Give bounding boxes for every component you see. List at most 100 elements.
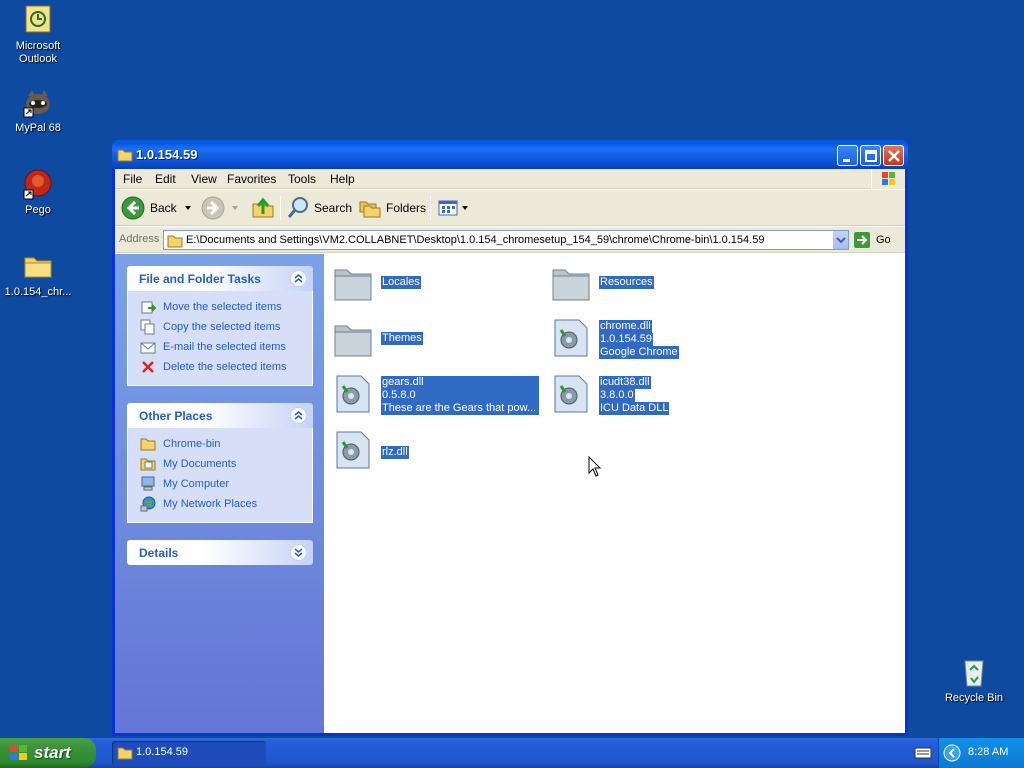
- menu-view[interactable]: View: [191, 172, 217, 186]
- folder-icon: [22, 250, 54, 282]
- desktop-icon-label: Microsoft: [15, 40, 61, 52]
- windows-logo-icon: [871, 169, 905, 189]
- folders-icon: [359, 201, 381, 218]
- task-link-label: Copy the selected items: [163, 321, 281, 333]
- minimize-button[interactable]: [837, 145, 858, 166]
- address-label: Address: [119, 233, 160, 245]
- menu-file[interactable]: File: [123, 172, 142, 186]
- desktop-icon-outlook[interactable]: Microsoft Outlook: [0, 4, 78, 66]
- other-places-header[interactable]: Other Places: [127, 403, 313, 428]
- delete-icon: [140, 359, 156, 375]
- views-icon: [438, 200, 458, 216]
- menu-tools[interactable]: Tools: [288, 172, 316, 186]
- other-places-panel: Other Places Chrome-bin My Documents My …: [127, 403, 313, 523]
- back-button[interactable]: Back: [121, 194, 192, 222]
- desktop-icon-label: Pego: [25, 204, 51, 216]
- menu-favorites[interactable]: Favorites: [227, 172, 276, 186]
- place-link-my-network-places[interactable]: My Network Places: [128, 494, 312, 514]
- taskbar-window-button[interactable]: 1.0.154.59: [112, 741, 266, 765]
- dll-file-icon: [336, 431, 370, 469]
- menu-edit[interactable]: Edit: [155, 172, 176, 186]
- start-button[interactable]: start: [0, 738, 96, 768]
- up-folder-icon: [252, 197, 274, 218]
- desktop-icon-label: MyPal 68: [15, 122, 61, 134]
- place-link-label: My Documents: [163, 458, 237, 470]
- task-pane: File and Folder Tasks Move the selected …: [115, 254, 324, 733]
- delete-items-link[interactable]: Delete the selected items: [128, 357, 312, 377]
- folders-button[interactable]: Folders: [358, 194, 426, 222]
- panel-title: Details: [139, 546, 179, 560]
- forward-button[interactable]: [201, 194, 239, 222]
- place-link-my-documents[interactable]: My Documents: [128, 454, 312, 474]
- network-places-icon: [140, 496, 156, 512]
- desktop-icon-label: 1.0.154_chr...: [4, 286, 72, 298]
- clock[interactable]: 8:28 AM: [968, 746, 1008, 758]
- file-tasks-panel: File and Folder Tasks Move the selected …: [127, 266, 313, 386]
- back-label: Back: [150, 201, 177, 215]
- details-header[interactable]: Details: [127, 540, 313, 565]
- views-button[interactable]: [437, 194, 469, 222]
- dll-file-icon: [554, 375, 588, 413]
- forward-arrow-icon: [201, 196, 225, 220]
- file-name: gears.dll: [381, 376, 539, 389]
- file-description: These are the Gears that pow...: [381, 402, 539, 415]
- collapse-icon[interactable]: [290, 407, 307, 424]
- go-arrow-icon: [854, 232, 870, 248]
- place-link-label: My Network Places: [163, 498, 258, 510]
- close-button[interactable]: [883, 145, 904, 166]
- up-folder-button[interactable]: [251, 194, 275, 222]
- file-item-icudt38-dll[interactable]: icudt38.dll 3.8.0.0 ICU Data DLL: [551, 374, 751, 422]
- folder-icon: [117, 747, 133, 760]
- copy-items-link[interactable]: Copy the selected items: [128, 317, 312, 337]
- go-button[interactable]: Go: [853, 230, 891, 250]
- file-item-themes[interactable]: Themes: [333, 320, 533, 364]
- email-icon: [140, 339, 156, 355]
- desktop-icon-recycle-bin[interactable]: Recycle Bin: [934, 656, 1014, 705]
- folder-icon: [334, 269, 372, 301]
- file-item-chrome-dll[interactable]: chrome.dll 1.0.154.59 Google Chrome: [551, 318, 751, 366]
- file-list: Locales Resources Themes chrome.dll 1.0.…: [324, 254, 905, 733]
- taskbar-window-label: 1.0.154.59: [136, 746, 188, 758]
- dll-file-icon: [336, 375, 370, 413]
- folder-icon: [167, 235, 183, 248]
- file-item-gears-dll[interactable]: gears.dll 0.5.8.0 These are the Gears th…: [333, 374, 543, 422]
- desktop-icon-mypal[interactable]: MyPal 68: [0, 86, 78, 135]
- email-items-link[interactable]: E-mail the selected items: [128, 337, 312, 357]
- task-link-label: Delete the selected items: [163, 361, 287, 373]
- file-description: ICU Data DLL: [599, 402, 670, 415]
- collapse-icon[interactable]: [290, 270, 307, 287]
- title-bar[interactable]: 1.0.154.59: [112, 140, 908, 169]
- desktop-icon-pego[interactable]: Pego: [0, 168, 78, 217]
- menu-help[interactable]: Help: [330, 172, 355, 186]
- keyboard-icon[interactable]: [914, 747, 932, 759]
- search-button[interactable]: Search: [286, 194, 352, 222]
- file-item-locales[interactable]: Locales: [333, 264, 533, 308]
- file-name: icudt38.dll: [599, 376, 651, 389]
- dll-file-icon: [554, 319, 588, 357]
- file-name: Resources: [599, 276, 654, 289]
- outlook-icon: [22, 4, 54, 36]
- file-item-resources[interactable]: Resources: [551, 264, 751, 308]
- menu-bar: File Edit View Favorites Tools Help: [115, 169, 905, 189]
- file-tasks-header[interactable]: File and Folder Tasks: [127, 266, 313, 291]
- move-icon: [140, 299, 157, 315]
- desktop-icon-label: Outlook: [19, 53, 57, 65]
- address-field[interactable]: E:\Documents and Settings\VM2.COLLABNET\…: [163, 230, 849, 250]
- maximize-button[interactable]: [860, 145, 881, 166]
- file-name: chrome.dll: [599, 320, 652, 333]
- place-link-chrome-bin[interactable]: Chrome-bin: [128, 434, 312, 454]
- desktop-icon-folder[interactable]: 1.0.154_chr...: [0, 250, 78, 299]
- place-link-my-computer[interactable]: My Computer: [128, 474, 312, 494]
- move-items-link[interactable]: Move the selected items: [128, 297, 312, 317]
- task-link-label: Move the selected items: [163, 301, 282, 313]
- raccoon-icon: [22, 86, 54, 118]
- chevron-left-icon[interactable]: [943, 744, 961, 762]
- place-link-label: Chrome-bin: [163, 438, 221, 450]
- file-name: Themes: [381, 332, 423, 345]
- task-link-label: E-mail the selected items: [163, 341, 286, 353]
- address-dropdown-button[interactable]: [832, 231, 848, 249]
- file-item-rlz-dll[interactable]: rlz.dll: [333, 430, 533, 478]
- windows-logo-icon: [10, 745, 27, 760]
- start-label: start: [34, 743, 71, 762]
- expand-icon[interactable]: [290, 544, 307, 561]
